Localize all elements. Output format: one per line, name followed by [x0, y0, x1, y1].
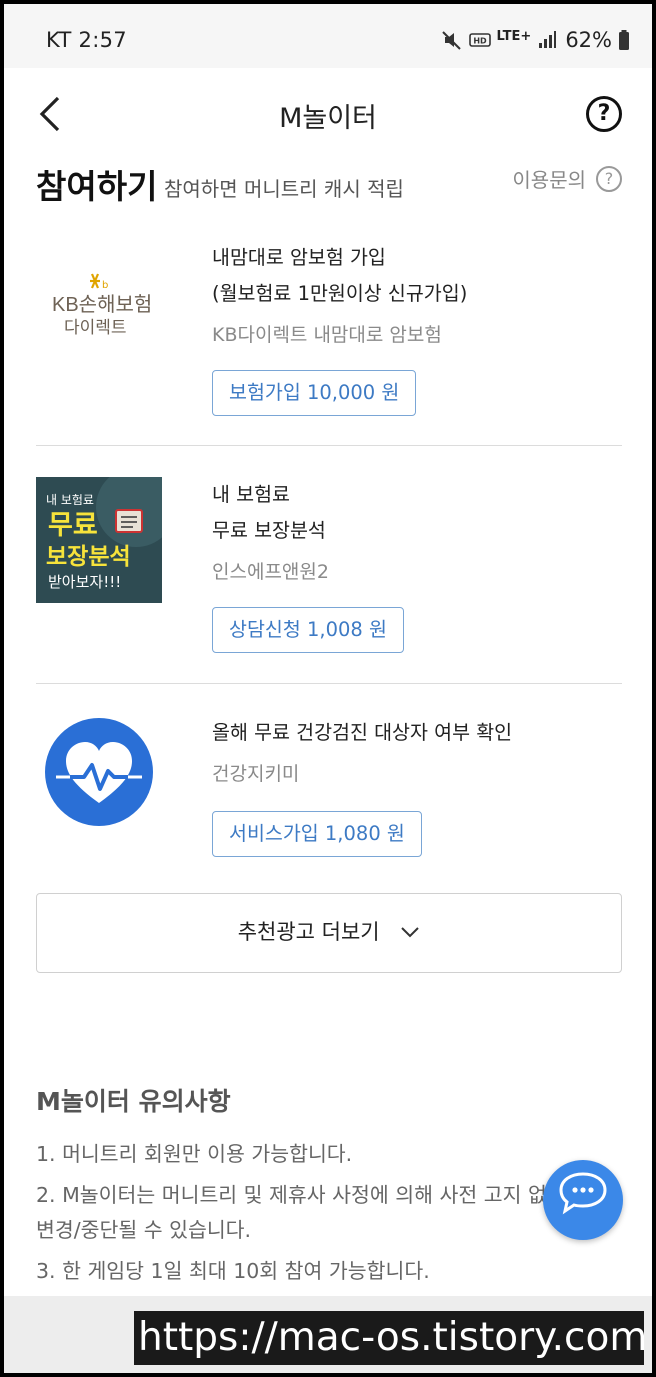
- svg-text:HD: HD: [473, 37, 487, 46]
- banner-line-1: 내 보험료: [46, 493, 94, 507]
- offer-item-health-check[interactable]: 올해 무료 건강검진 대상자 여부 확인 건강지키미 서비스가입 1,080 원: [36, 697, 622, 877]
- status-time: KT 2:57: [46, 28, 127, 52]
- app-screen: KT 2:57 HD LTE+ 62% M놀이터 ? 참여하기 참여하면 머니트…: [4, 4, 652, 1373]
- section-title: 참여하기: [36, 167, 158, 206]
- notice-line: 변경/중단될 수 있습니다.: [36, 1218, 252, 1242]
- analysis-banner: 내 보험료 무료 보장분석 받아보자!!!: [36, 477, 162, 603]
- help-button[interactable]: ?: [586, 96, 622, 132]
- notice-line: 1. 머니트리 회원만 이용 가능합니다.: [36, 1142, 353, 1166]
- document-icon: [115, 509, 143, 533]
- offer-title-line: 무료 보장분석: [212, 519, 326, 542]
- banner-line-2: 무료: [48, 510, 98, 541]
- inquiry-label: 이용문의: [512, 168, 586, 192]
- page-title: M놀이터: [279, 103, 377, 134]
- signal-icon: [537, 30, 557, 50]
- app-header: M놀이터 ?: [4, 68, 652, 158]
- more-ads-button[interactable]: 추천광고 더보기: [36, 893, 622, 973]
- banner-line-4: 받아보자!!!: [48, 573, 121, 591]
- question-circle-icon: ?: [597, 101, 611, 126]
- heart-pulse-icon: [44, 717, 154, 827]
- kb-logo-text-1: KB손해보험: [52, 293, 152, 316]
- offer-item-insurance-analysis[interactable]: 내 보험료 무료 보장분석 받아보자!!! 내 보험료 무료 보장분석 인스에프…: [36, 459, 622, 669]
- offer-title-line: 올해 무료 건강검진 대상자 여부 확인: [212, 721, 513, 744]
- offer-title-line: 내맘대로 암보험 가입: [212, 246, 386, 269]
- offer-provider: 건강지키미: [212, 763, 300, 785]
- notice-line: 3. 한 게임당 1일 최대 10회 참여 가능합니다.: [36, 1259, 430, 1283]
- question-circle-icon: ?: [596, 165, 622, 192]
- inquiry-link[interactable]: 이용문의 ?: [512, 164, 622, 193]
- svg-text:b: b: [102, 280, 108, 291]
- reward-button[interactable]: 상담신청 1,008 원: [212, 607, 404, 653]
- more-ads-label: 추천광고 더보기: [237, 920, 380, 944]
- battery-icon: [618, 29, 630, 51]
- mute-icon: [441, 29, 463, 51]
- section-subtitle: 참여하면 머니트리 캐시 적립: [164, 177, 404, 201]
- chevron-down-icon: [400, 893, 420, 970]
- divider: [36, 683, 622, 684]
- reward-button[interactable]: 보험가입 10,000 원: [212, 370, 417, 416]
- offer-item-kb[interactable]: b KB손해보험 다이렉트 내맘대로 암보험 가입 (월보험료 1만원이상 신규…: [36, 222, 622, 432]
- battery-percent: 62%: [565, 28, 612, 52]
- kb-logo: b KB손해보험 다이렉트: [36, 244, 162, 354]
- network-label: LTE+: [496, 28, 532, 44]
- watermark-text: https://mac-os.tistory.com: [134, 1311, 647, 1365]
- banner-line-3: 보장분석: [46, 544, 131, 570]
- status-icons: HD LTE+ 62%: [441, 26, 630, 54]
- notice-line: 2. M놀이터는 머니트리 및 제휴사 사정에 의해 사전 고지 없이: [36, 1183, 566, 1207]
- chat-bubble-icon: [559, 1172, 607, 1215]
- chat-button[interactable]: [543, 1160, 623, 1240]
- offer-title-line: (월보험료 1만원이상 신규가입): [212, 282, 468, 305]
- divider: [36, 445, 622, 446]
- offer-title-line: 내 보험료: [212, 483, 290, 506]
- reward-button[interactable]: 서비스가입 1,080 원: [212, 811, 422, 857]
- offer-provider: KB다이렉트 내맘대로 암보험: [212, 324, 442, 346]
- status-bar: KT 2:57 HD LTE+ 62%: [4, 4, 652, 68]
- notice-title: M놀이터 유의사항: [36, 1087, 231, 1116]
- offer-provider: 인스에프앤원2: [212, 561, 329, 583]
- hd-icon: HD: [468, 30, 491, 50]
- kb-logo-text-2: 다이렉트: [64, 318, 127, 337]
